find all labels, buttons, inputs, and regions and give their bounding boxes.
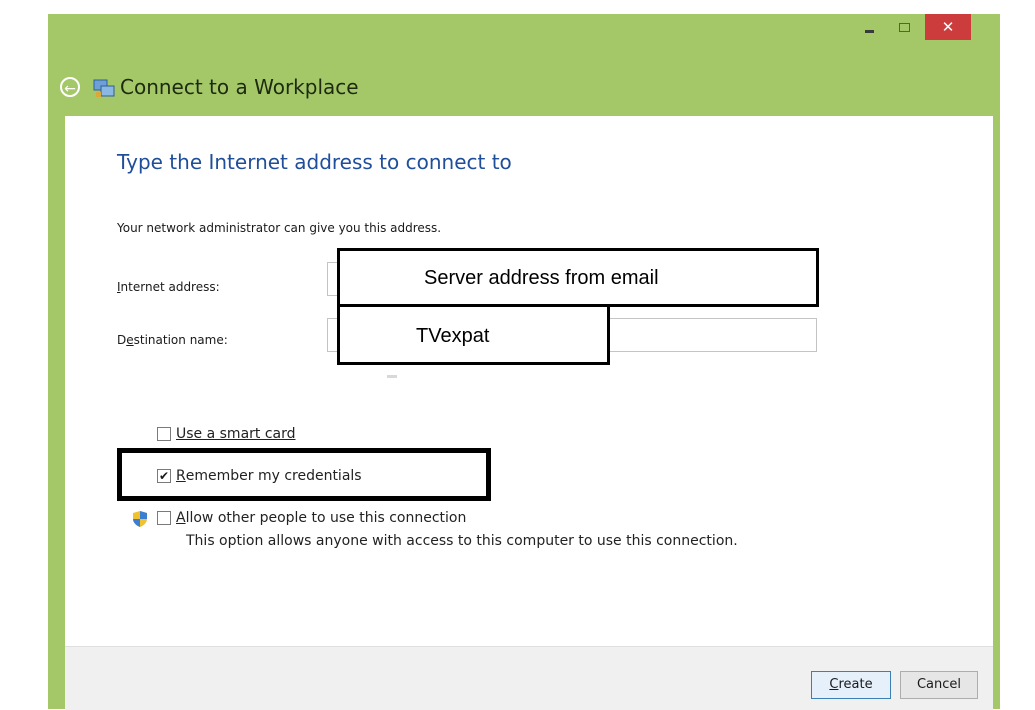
remember-highlight-box	[117, 448, 491, 501]
create-button-label: reate	[838, 677, 873, 692]
description-text: Your network administrator can give you …	[117, 221, 442, 235]
internet-address-label-text: nternet address:	[120, 280, 220, 294]
maximize-button[interactable]	[891, 14, 917, 40]
allow-others-label: llow other people to use this connection	[185, 510, 467, 526]
back-arrow-icon[interactable]: ←	[60, 77, 80, 97]
smart-card-checkbox[interactable]	[157, 427, 171, 441]
server-address-annotation: Server address from email	[337, 248, 819, 307]
smart-card-option[interactable]: Use a smart card	[157, 426, 296, 442]
destination-label-mnemonic: e	[126, 333, 134, 347]
maximize-icon	[898, 22, 910, 32]
destination-label-text: stination name:	[133, 333, 228, 347]
window-title: Connect to a Workplace	[120, 75, 359, 99]
internet-address-label: Internet address:	[117, 280, 220, 294]
shield-icon	[133, 511, 147, 527]
footer-bar: Create Cancel	[65, 646, 993, 710]
smart-card-label: Use a smart card	[176, 426, 296, 442]
create-button[interactable]: Create	[811, 671, 891, 699]
minimize-button[interactable]	[856, 14, 882, 40]
resize-grip	[387, 375, 397, 378]
content-panel: Type the Internet address to connect to …	[65, 116, 993, 646]
network-icon	[93, 79, 115, 97]
allow-mnemonic: A	[176, 510, 186, 526]
destination-name-label: Destination name:	[117, 333, 228, 347]
destination-annotation: TVexpat	[337, 304, 610, 365]
allow-others-option[interactable]: Allow other people to use this connectio…	[157, 510, 466, 526]
minimize-icon	[864, 29, 874, 33]
destination-label-prefix: D	[117, 333, 127, 347]
cancel-button[interactable]: Cancel	[900, 671, 978, 699]
page-heading: Type the Internet address to connect to	[117, 150, 512, 174]
close-button[interactable]: ✕	[925, 14, 971, 40]
allow-others-description: This option allows anyone with access to…	[186, 533, 738, 549]
allow-others-checkbox[interactable]	[157, 511, 171, 525]
close-icon: ✕	[941, 18, 955, 36]
